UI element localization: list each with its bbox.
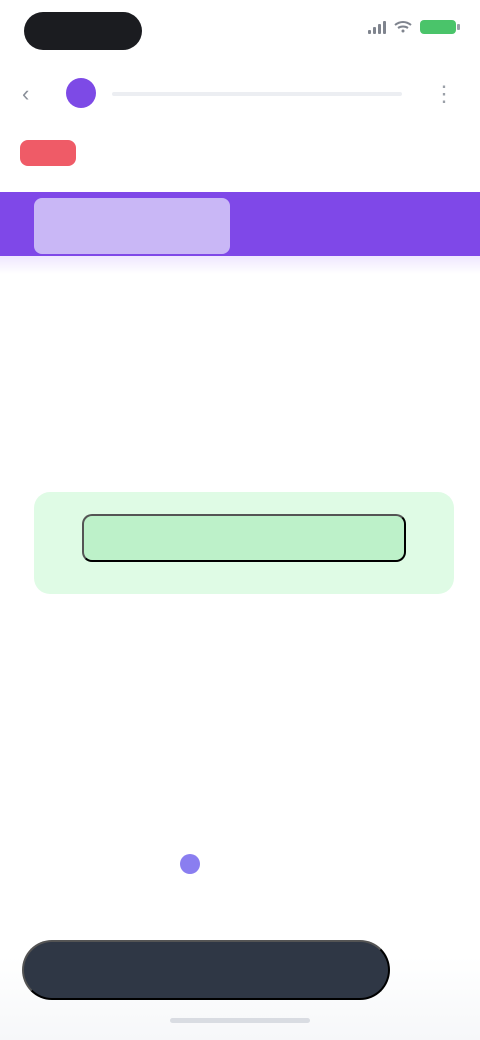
home-indicator: [170, 1018, 310, 1023]
primary-bottom-button[interactable]: [22, 940, 390, 1000]
banner-title-box: [34, 198, 230, 254]
cta-button[interactable]: [82, 514, 406, 562]
more-vertical-icon[interactable]: ⋮: [432, 82, 456, 106]
brand-circle-icon[interactable]: [66, 78, 96, 108]
status-icons: [368, 20, 460, 34]
promo-banner: [0, 180, 480, 274]
arrow-left-icon[interactable]: ‹: [22, 82, 46, 106]
logo-badge[interactable]: [20, 140, 76, 166]
app-bar: ‹ ⋮: [0, 68, 480, 120]
signal-icon: [368, 20, 386, 34]
banner-fade: [0, 256, 480, 274]
side-action[interactable]: [398, 954, 448, 984]
circle-icon: [180, 854, 200, 874]
address-bar[interactable]: [112, 92, 402, 96]
cta-container: [34, 492, 454, 594]
wifi-icon: [394, 21, 412, 33]
footer-note[interactable]: [180, 848, 210, 880]
battery-icon: [420, 20, 460, 34]
status-bar: [0, 0, 480, 62]
time-pill: [24, 12, 142, 50]
sub-header: [0, 126, 480, 174]
mobile-screen: ‹ ⋮: [0, 0, 480, 1040]
